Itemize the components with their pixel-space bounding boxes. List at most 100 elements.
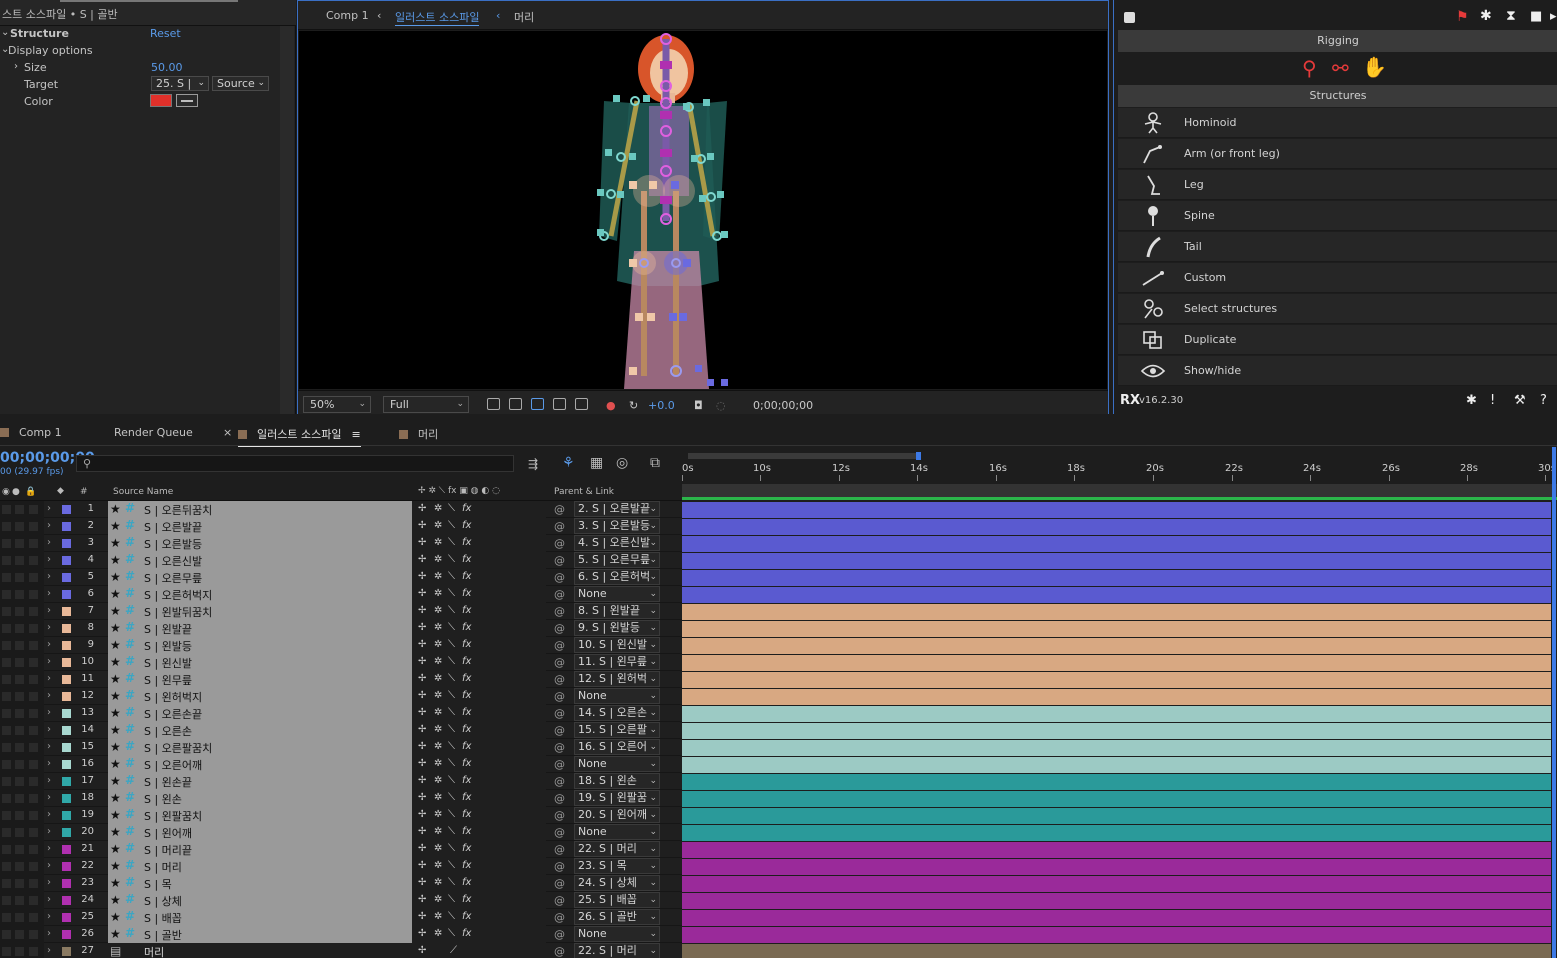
shy-switch-icon[interactable]: ✢	[418, 911, 426, 922]
chevron-right-icon[interactable]: ›	[47, 639, 51, 650]
layer-duration-bar[interactable]	[682, 825, 1551, 841]
layer-name-cell[interactable]: ★ # S | 왼손끝	[108, 773, 412, 790]
quality-switch-icon[interactable]: ⟍	[448, 622, 455, 633]
tab-comp1[interactable]: Comp 1	[0, 426, 62, 439]
chevron-right-icon[interactable]: ›	[47, 911, 51, 922]
layer-row[interactable]: › 15 ★ # S | 오른팔꿈치 ✢ ✲ ⟍ fx @16. S | 오른어 ⌄	[0, 739, 682, 756]
chevron-right-icon[interactable]: ›	[47, 945, 51, 956]
chevron-right-icon[interactable]: ›	[47, 877, 51, 888]
layer-name-cell[interactable]: ★ # S | 목	[108, 875, 412, 892]
target-layer-select[interactable]: 25. S | ⌄	[151, 76, 209, 91]
structure-leg[interactable]: Leg	[1118, 170, 1557, 200]
chevron-right-icon[interactable]: ›	[47, 605, 51, 616]
layer-row[interactable]: › 11 ★ # S | 왼무릎 ✢ ✲ ⟍ fx @12. S | 왼허벅 ⌄	[0, 671, 682, 688]
shy-switch-icon[interactable]: ✢	[418, 792, 426, 803]
chevron-right-icon[interactable]: ›	[47, 775, 51, 786]
layer-switches[interactable]	[0, 620, 44, 637]
pick-whip-icon[interactable]: @	[554, 571, 565, 584]
quality-switch-icon[interactable]: ⟍	[448, 741, 455, 752]
layer-label-color[interactable]	[62, 658, 71, 667]
quality-switch-icon[interactable]: ⟍	[448, 707, 455, 718]
quality-switch-icon[interactable]: ⟍	[448, 639, 455, 650]
pick-whip-icon[interactable]: @	[554, 503, 565, 516]
parent-select[interactable]: 2. S | 오른발끝 ⌄	[574, 501, 660, 517]
camera-tool-icon[interactable]: ■	[1530, 9, 1542, 24]
effect-switch-icon[interactable]: fx	[462, 894, 471, 905]
parent-select[interactable]: None ⌄	[574, 688, 660, 704]
collapse-switch-icon[interactable]: ✲	[434, 724, 442, 735]
parent-select[interactable]: 23. S | 목 ⌄	[574, 858, 660, 874]
work-area-bar[interactable]	[688, 453, 918, 459]
quality-switch-icon[interactable]: ⟍	[448, 588, 455, 599]
layer-name-cell[interactable]: ★ # S | 왼어깨	[108, 824, 412, 841]
effect-switch-icon[interactable]: fx	[462, 826, 471, 837]
shy-switch-icon[interactable]: ✢	[418, 588, 426, 599]
collapse-switch-icon[interactable]: ✲	[434, 843, 442, 854]
graph-editor-icon[interactable]: ⧉	[650, 455, 660, 471]
layer-name-cell[interactable]: ★ # S | 머리	[108, 858, 412, 875]
shy-switch-icon[interactable]: ✢	[418, 707, 426, 718]
layer-name-cell[interactable]: ★ # S | 오른어깨	[108, 756, 412, 773]
layer-duration-bar[interactable]	[682, 910, 1551, 926]
breadcrumb-head[interactable]: 머리	[514, 9, 534, 25]
collapse-switch-icon[interactable]: ✲	[434, 673, 442, 684]
structure-tail[interactable]: Tail	[1118, 232, 1557, 262]
pick-whip-icon[interactable]: @	[554, 877, 565, 890]
parent-select[interactable]: 25. S | 배꼽 ⌄	[574, 892, 660, 908]
show-hide-structures[interactable]: Show/hide	[1118, 356, 1557, 386]
layer-duration-bar[interactable]	[682, 621, 1551, 637]
parent-select[interactable]: 14. S | 오른손 ⌄	[574, 705, 660, 721]
layer-row[interactable]: › 22 ★ # S | 머리 ✢ ✲ ⟍ fx @23. S | 목 ⌄	[0, 858, 682, 875]
current-time-indicator[interactable]	[1552, 447, 1556, 958]
layer-switches[interactable]	[0, 671, 44, 688]
layer-duration-bar[interactable]	[682, 672, 1551, 688]
parent-select[interactable]: 22. S | 머리 ⌄	[574, 943, 660, 958]
layer-switch-toggles[interactable]: ✢ ✲ ⟍ fx	[412, 501, 546, 518]
pick-whip-icon[interactable]: @	[554, 656, 565, 669]
layer-switches[interactable]	[0, 586, 44, 603]
grid-icon[interactable]	[575, 398, 588, 410]
layer-duration-bar[interactable]	[682, 689, 1551, 705]
layer-label-color[interactable]	[62, 522, 71, 531]
shy-switch-icon[interactable]: ✢	[418, 741, 426, 752]
layer-switches[interactable]	[0, 518, 44, 535]
collapse-switch-icon[interactable]: ✲	[434, 554, 442, 565]
draft-3d-icon[interactable]: ⚘	[562, 455, 575, 471]
collapse-switch-icon[interactable]: ✲	[434, 758, 442, 769]
layer-name-cell[interactable]: ★ # S | 오른신발	[108, 552, 412, 569]
shy-switch-icon[interactable]: ✢	[418, 775, 426, 786]
collapse-switch-icon[interactable]: ✲	[434, 588, 442, 599]
effect-switch-icon[interactable]: fx	[462, 809, 471, 820]
layer-name-cell[interactable]: ★ # S | 왼발등	[108, 637, 412, 654]
link-structures-icon[interactable]: ⚯	[1332, 56, 1349, 80]
quality-switch-icon[interactable]: ⟋	[450, 945, 457, 956]
effect-switch-icon[interactable]: fx	[462, 877, 471, 888]
layer-row[interactable]: › 4 ★ # S | 오른신발 ✢ ✲ ⟍ fx @5. S | 오른무릎 ⌄	[0, 552, 682, 569]
effect-switch-icon[interactable]: fx	[462, 571, 471, 582]
layer-row[interactable]: › 13 ★ # S | 오른손끝 ✢ ✲ ⟍ fx @14. S | 오른손 ⌄	[0, 705, 682, 722]
layer-name-cell[interactable]: ★ # S | 상체	[108, 892, 412, 909]
effect-switch-icon[interactable]: fx	[462, 741, 471, 752]
parent-select[interactable]: 18. S | 왼손 ⌄	[574, 773, 660, 789]
effect-switch-icon[interactable]: fx	[462, 503, 471, 514]
layer-switches[interactable]	[0, 875, 44, 892]
region-of-interest-icon[interactable]	[487, 398, 500, 410]
collapse-switch-icon[interactable]: ✲	[434, 537, 442, 548]
parent-select[interactable]: None ⌄	[574, 756, 660, 772]
effect-controls-scrollbar[interactable]	[280, 26, 294, 414]
effect-switch-icon[interactable]: fx	[462, 792, 471, 803]
pick-whip-icon[interactable]: @	[554, 673, 565, 686]
layer-switch-toggles[interactable]: ✢ ✲ ⟍ fx	[412, 620, 546, 637]
parent-select[interactable]: 15. S | 오른팔 ⌄	[574, 722, 660, 738]
parent-select[interactable]: 9. S | 왼발등 ⌄	[574, 620, 660, 636]
layer-duration-bar[interactable]	[682, 723, 1551, 739]
layer-row[interactable]: › 6 ★ # S | 오른허벅지 ✢ ✲ ⟍ fx @ None ⌄	[0, 586, 682, 603]
layer-label-color[interactable]	[62, 879, 71, 888]
work-area-range[interactable]	[682, 484, 1557, 497]
shy-switch-icon[interactable]: ✢	[418, 656, 426, 667]
parent-select[interactable]: None ⌄	[574, 586, 660, 602]
chevron-right-icon[interactable]: ›	[47, 741, 51, 752]
collapse-switch-icon[interactable]: ✲	[434, 520, 442, 531]
layer-label-color[interactable]	[62, 539, 71, 548]
layer-row[interactable]: › 25 ★ # S | 배꼽 ✢ ✲ ⟍ fx @26. S | 골반 ⌄	[0, 909, 682, 926]
